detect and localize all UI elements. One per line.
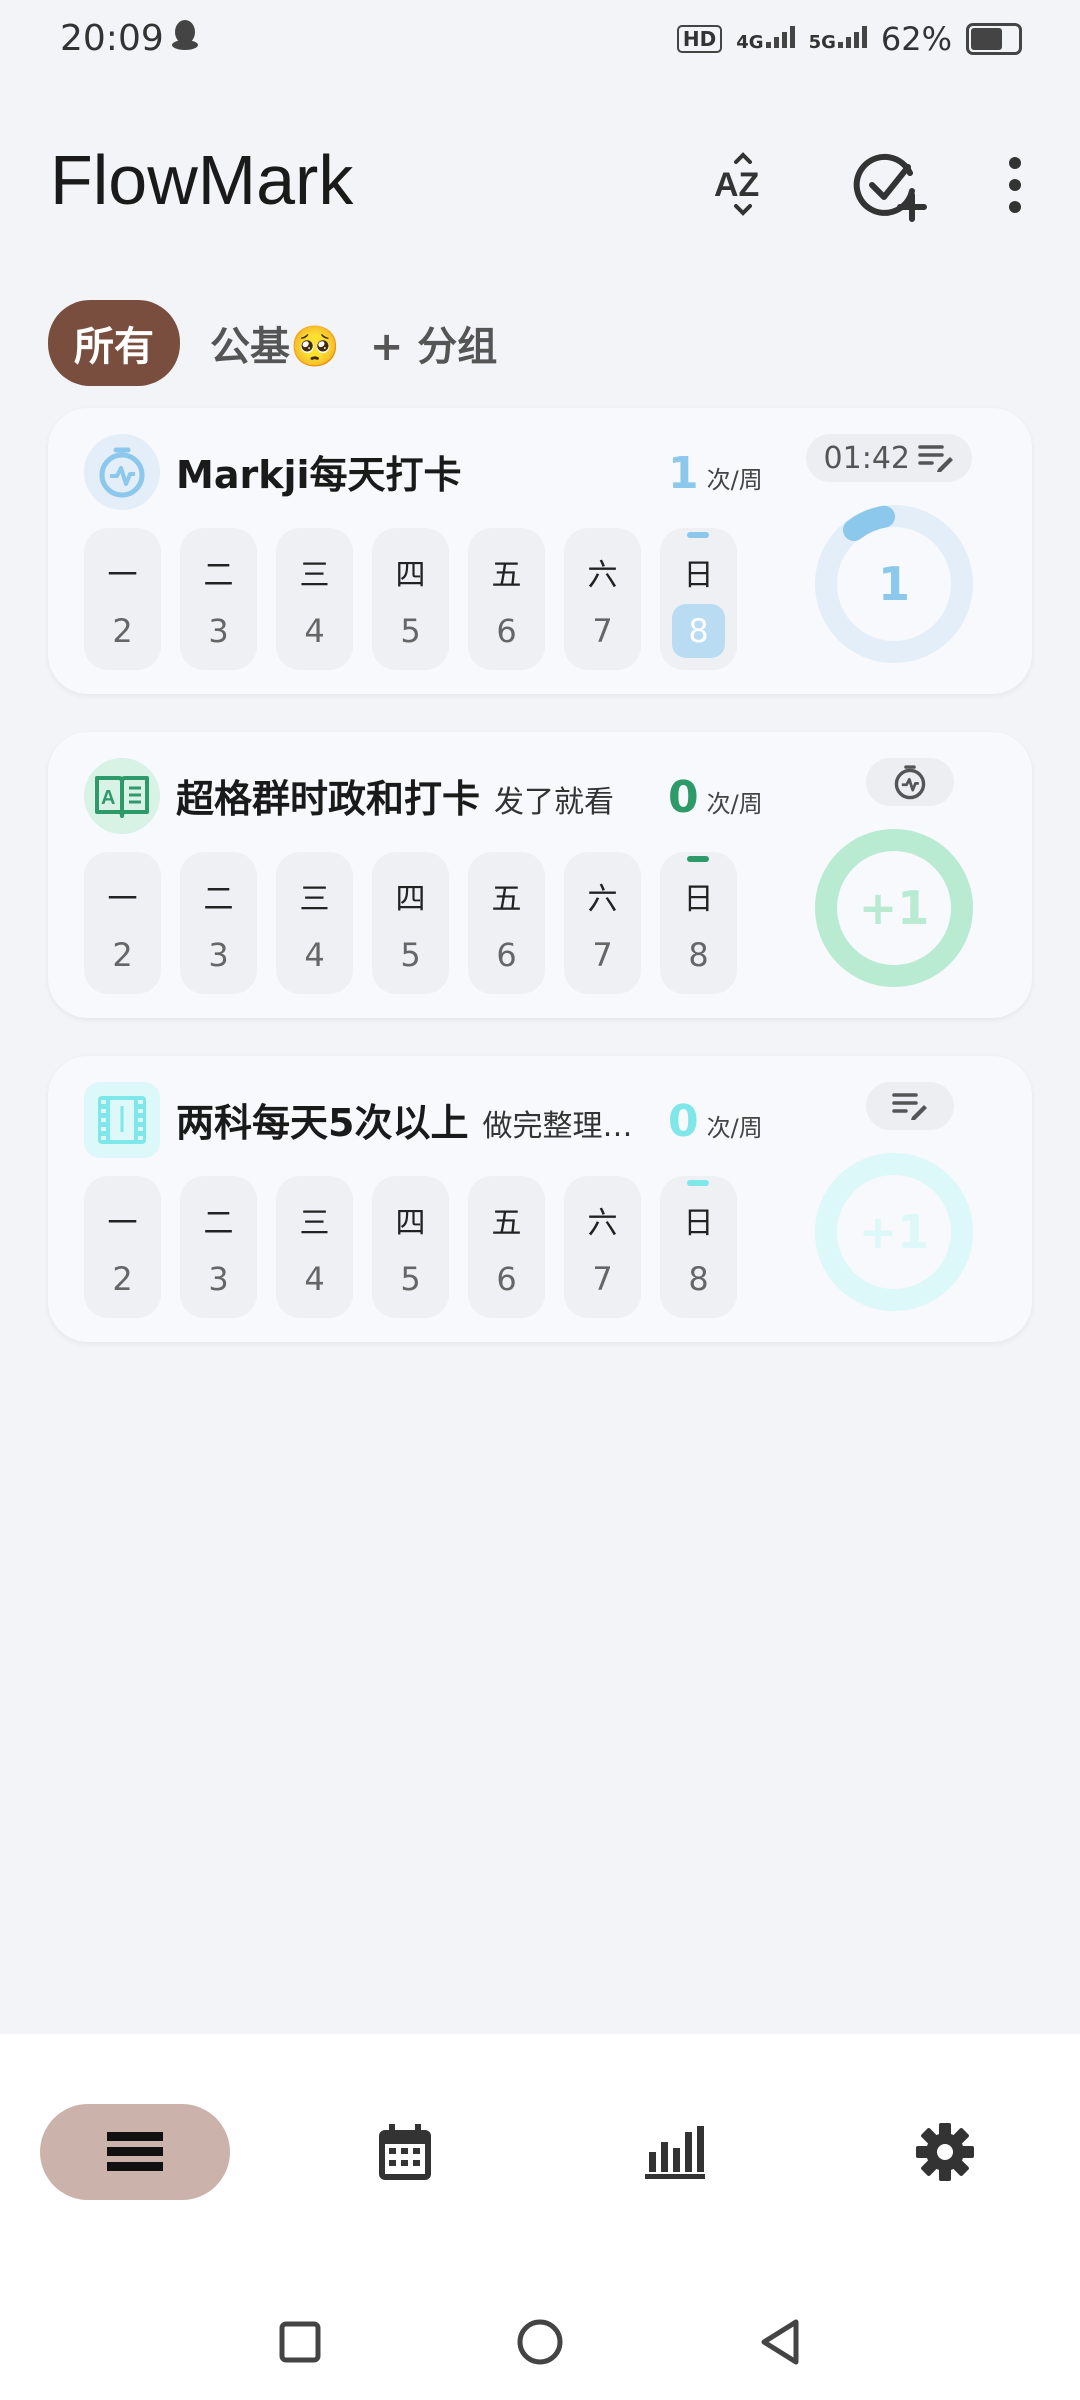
tab-group1[interactable]: 公基🥺: [210, 314, 340, 372]
stopwatch-icon: [84, 434, 160, 510]
day-cell[interactable]: 六7: [564, 1176, 641, 1318]
stopwatch-icon: [894, 765, 926, 800]
weekly-count: 0 次/周: [668, 772, 763, 823]
group-tabs: 所有 公基🥺 + 分组: [48, 300, 497, 386]
day-cell[interactable]: 六7: [564, 528, 641, 670]
day-cell[interactable]: 三4: [276, 1176, 353, 1318]
bottom-navigation: [0, 2034, 1080, 2400]
habit-title: 两科每天5次以上 做完整理…: [176, 1101, 633, 1145]
day-cell[interactable]: 一2: [84, 528, 161, 670]
day-cell[interactable]: 二3: [180, 528, 257, 670]
svg-text:AZ: AZ: [714, 166, 759, 204]
day-cell[interactable]: 一2: [84, 1176, 161, 1318]
network-4g-icon: 4G: [736, 26, 795, 52]
day-cell[interactable]: 三4: [276, 528, 353, 670]
book-icon: A: [84, 758, 160, 834]
qq-notification-icon: [170, 18, 200, 56]
network-5g-icon: 5G: [809, 26, 867, 52]
timer-pill[interactable]: 01:42: [805, 434, 972, 482]
more-menu-button[interactable]: [970, 140, 1060, 230]
habit-card[interactable]: A 超格群时政和打卡 发了就看 0 次/周 一2 二3 三4 四5 五6 六7 日…: [48, 732, 1032, 1018]
home-button[interactable]: [510, 2312, 570, 2372]
note-edit-icon: [892, 1093, 927, 1120]
day-cell[interactable]: 三4: [276, 852, 353, 994]
nav-calendar-button[interactable]: [310, 2104, 500, 2200]
week-row: 一2 二3 三4 四5 五6 六7 日8: [84, 528, 737, 670]
check-add-icon: [853, 153, 927, 222]
svg-text:A: A: [101, 787, 115, 809]
weekly-count: 0 次/周: [668, 1096, 763, 1147]
day-cell[interactable]: 四5: [372, 1176, 449, 1318]
day-cell[interactable]: 四5: [372, 852, 449, 994]
battery-percent: 62%: [880, 20, 952, 58]
week-row: 一2 二3 三4 四5 五6 六7 日8: [84, 1176, 737, 1318]
day-cell[interactable]: 六7: [564, 852, 641, 994]
habit-title: Markji每天打卡: [176, 453, 462, 497]
add-habit-button[interactable]: [845, 140, 935, 230]
day-cell[interactable]: 五6: [468, 1176, 545, 1318]
recent-apps-button[interactable]: [270, 2312, 330, 2372]
day-cell[interactable]: 二3: [180, 852, 257, 994]
add-group-button[interactable]: + 分组: [370, 314, 497, 372]
increment-ring-button[interactable]: +1: [814, 1152, 974, 1312]
day-cell[interactable]: 二3: [180, 1176, 257, 1318]
habit-title: 超格群时政和打卡 发了就看: [176, 777, 615, 821]
bar-chart-icon: [645, 2126, 705, 2179]
gear-icon: [916, 2123, 974, 2181]
sort-az-button[interactable]: AZ: [698, 140, 788, 230]
battery-icon: [966, 23, 1022, 55]
habit-card[interactable]: Markji每天打卡 1 次/周 01:42 一2 二3 三4 四5 五6 六7…: [48, 408, 1032, 694]
status-bar: 20:09 HD 4G 5G 62%: [0, 0, 1080, 80]
square-icon: [279, 2321, 321, 2363]
note-edit-icon: [918, 445, 953, 472]
note-button[interactable]: [866, 1082, 954, 1130]
day-cell-today[interactable]: 日8: [660, 528, 737, 670]
more-vert-icon: [1009, 157, 1021, 213]
status-time: 20:09: [60, 18, 164, 59]
circle-icon: [517, 2319, 563, 2365]
weekly-count: 1 次/周: [668, 448, 763, 499]
day-cell-today[interactable]: 日8: [660, 852, 737, 994]
timer-button[interactable]: [866, 758, 954, 806]
back-button[interactable]: [750, 2312, 810, 2372]
increment-ring-button[interactable]: +1: [814, 828, 974, 988]
habit-card[interactable]: 两科每天5次以上 做完整理… 0 次/周 一2 二3 三4 四5 五6 六7 日8…: [48, 1056, 1032, 1342]
list-icon: [107, 2132, 163, 2171]
hd-voice-icon: HD: [676, 25, 723, 53]
sort-az-icon: AZ: [714, 152, 759, 216]
day-cell[interactable]: 五6: [468, 528, 545, 670]
nav-list-button[interactable]: [40, 2104, 230, 2200]
day-cell[interactable]: 五6: [468, 852, 545, 994]
day-cell[interactable]: 一2: [84, 852, 161, 994]
day-cell[interactable]: 四5: [372, 528, 449, 670]
week-row: 一2 二3 三4 四5 五6 六7 日8: [84, 852, 737, 994]
back-triangle-icon: [761, 2319, 799, 2365]
app-title: FlowMark: [50, 141, 354, 219]
progress-ring[interactable]: 1: [814, 504, 974, 664]
tab-all[interactable]: 所有: [48, 300, 180, 386]
nav-stats-button[interactable]: [580, 2104, 770, 2200]
nav-settings-button[interactable]: [850, 2104, 1040, 2200]
day-cell-today[interactable]: 日8: [660, 1176, 737, 1318]
calendar-icon: [379, 2124, 431, 2180]
film-icon: [84, 1082, 160, 1158]
